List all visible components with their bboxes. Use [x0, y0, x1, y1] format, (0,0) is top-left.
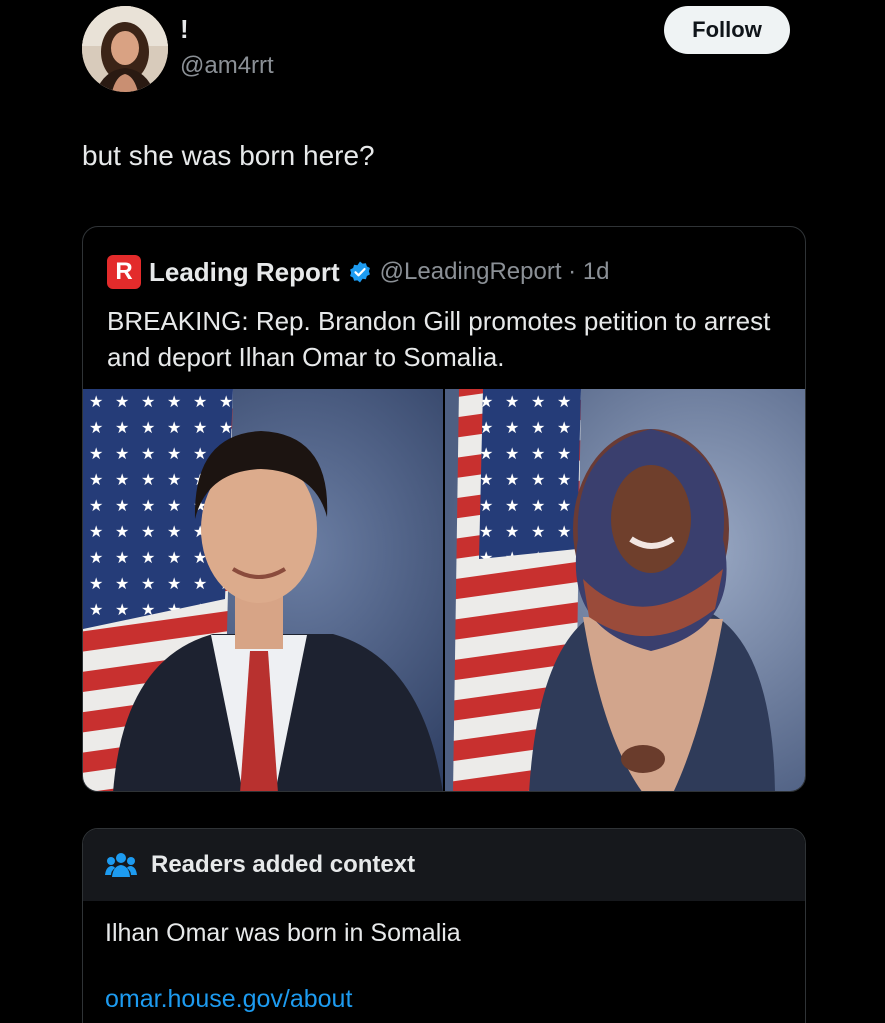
- community-note-source-link[interactable]: omar.house.gov/about: [105, 985, 352, 1014]
- community-note-title: Readers added context: [151, 851, 416, 878]
- community-notes-icon: [105, 853, 137, 877]
- community-note: Readers added context Ilhan Omar was bor…: [82, 828, 806, 1023]
- post-text: but she was born here?: [82, 140, 375, 171]
- quoted-handle-time: @LeadingReport · 1d: [379, 258, 610, 285]
- follow-button[interactable]: Follow: [664, 6, 790, 54]
- post-page: ! @am4rrt Follow but she was born here? …: [0, 0, 885, 1023]
- user-handle[interactable]: @am4rrt: [180, 52, 274, 80]
- community-note-header: Readers added context: [83, 829, 805, 901]
- community-note-text: Ilhan Omar was born in Somalia: [105, 919, 461, 947]
- quoted-post-text: BREAKING: Rep. Brandon Gill promotes pet…: [107, 306, 771, 372]
- brand-logo: R: [107, 255, 141, 289]
- quoted-author-name[interactable]: Leading Report: [149, 257, 340, 288]
- avatar[interactable]: [82, 6, 168, 92]
- verified-badge-icon: [349, 261, 370, 283]
- quoted-post-image[interactable]: ★: [83, 389, 806, 792]
- quoted-post[interactable]: R Leading Report @LeadingReport · 1d BRE…: [82, 226, 806, 792]
- quoted-post-header: R Leading Report @LeadingReport · 1d: [107, 255, 610, 289]
- display-name[interactable]: !: [180, 14, 189, 45]
